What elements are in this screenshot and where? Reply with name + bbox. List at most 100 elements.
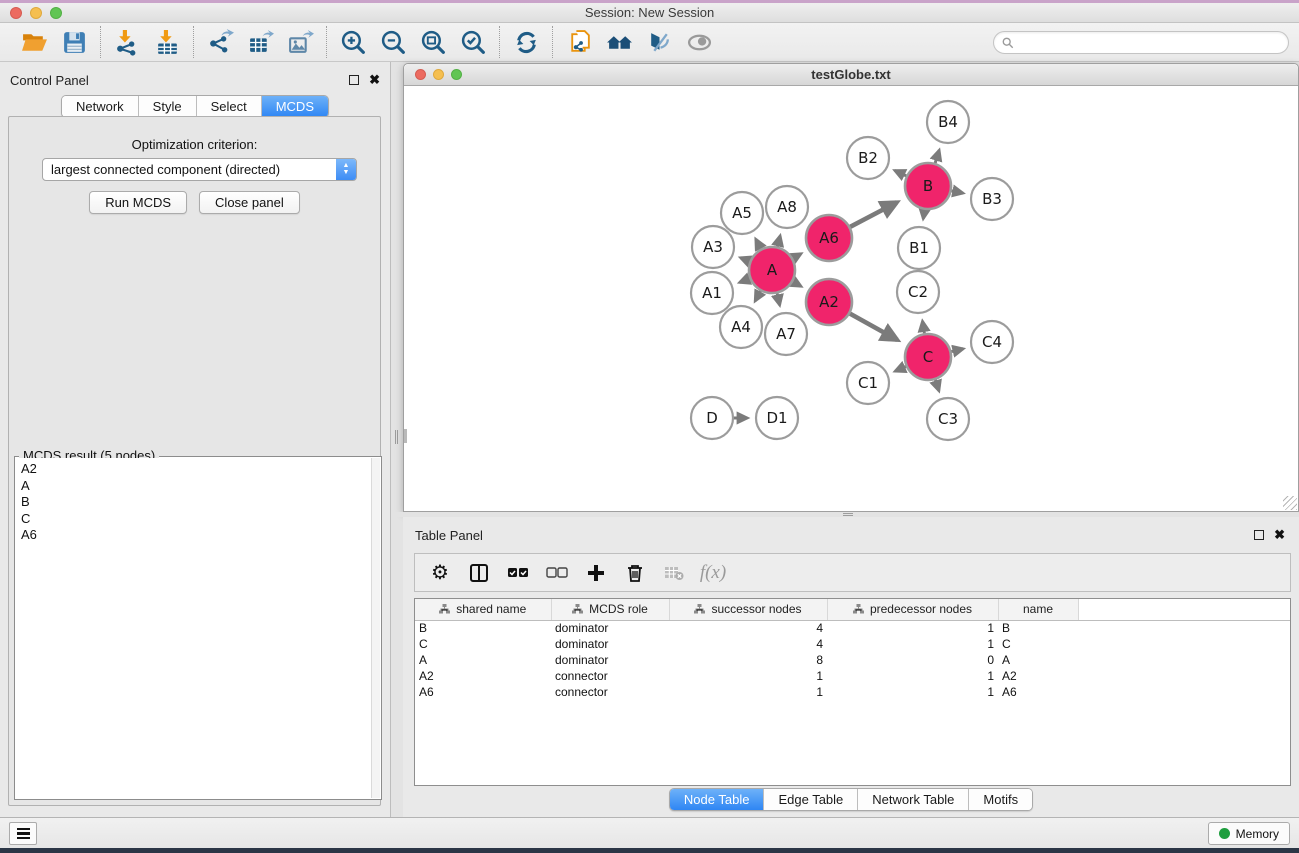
network-maximize-icon[interactable] (451, 69, 462, 80)
tab-network[interactable]: Network (62, 96, 139, 117)
graph-node-B2[interactable]: B2 (847, 137, 889, 179)
table-cell[interactable]: C (415, 636, 551, 652)
mcds-result-item[interactable]: A (16, 478, 371, 495)
float-panel-icon[interactable] (349, 75, 359, 85)
import-network-icon[interactable] (112, 27, 142, 57)
column-header-mcds-role[interactable]: MCDS role (551, 599, 669, 620)
table-cell[interactable]: connector (551, 668, 669, 684)
graph-node-B3[interactable]: B3 (971, 178, 1013, 220)
graph-edge-A-A6[interactable] (793, 254, 801, 258)
network-graph[interactable]: B4B2BB3A8A5A6A3B1AC2A1A2A4A7C4CC1DD1C3 (404, 86, 1298, 511)
table-cell[interactable]: 1 (669, 684, 827, 700)
table-cell[interactable]: A6 (998, 684, 1078, 700)
table-cell[interactable]: dominator (551, 636, 669, 652)
table-cell[interactable]: 4 (669, 620, 827, 636)
close-window-icon[interactable] (10, 7, 22, 19)
graph-edge-A-A3[interactable] (741, 258, 750, 262)
mcds-result-item[interactable]: A2 (16, 461, 371, 478)
graph-node-B1[interactable]: B1 (898, 227, 940, 269)
table-row[interactable]: Cdominator41C (415, 636, 1290, 652)
gear-icon[interactable]: ⚙ (429, 561, 451, 585)
column-header-shared-name[interactable]: shared name (415, 599, 551, 620)
graph-edge-A2-C[interactable] (850, 314, 897, 340)
memory-button[interactable]: Memory (1208, 822, 1290, 845)
table-cell[interactable]: 1 (827, 636, 998, 652)
mcds-list-scrollbar[interactable] (371, 458, 380, 798)
table-cell[interactable]: 1 (827, 620, 998, 636)
network-canvas[interactable]: B4B2BB3A8A5A6A3B1AC2A1A2A4A7C4CC1DD1C3 (404, 86, 1298, 511)
table-row[interactable]: A2connector11A2 (415, 668, 1290, 684)
table-cell[interactable]: A (415, 652, 551, 668)
tab-select[interactable]: Select (197, 96, 262, 117)
mcds-result-list[interactable]: A2ABCA6 (16, 458, 371, 798)
show-task-history-button[interactable] (9, 822, 37, 845)
tab-style[interactable]: Style (139, 96, 197, 117)
table-cell[interactable] (1078, 636, 1290, 652)
graph-node-A1[interactable]: A1 (691, 272, 733, 314)
table-cell[interactable]: 1 (827, 684, 998, 700)
table-cell[interactable]: 1 (827, 668, 998, 684)
close-panel-button[interactable]: Close panel (199, 191, 300, 214)
table-cell[interactable] (1078, 668, 1290, 684)
table-cell[interactable]: 1 (669, 668, 827, 684)
run-mcds-button[interactable]: Run MCDS (89, 191, 187, 214)
open-session-icon[interactable] (19, 27, 49, 57)
graph-edge-A-A7[interactable] (777, 293, 780, 305)
graph-node-D[interactable]: D (691, 397, 733, 439)
graph-edge-C-C1[interactable] (895, 367, 906, 372)
graph-node-B4[interactable]: B4 (927, 101, 969, 143)
export-table-icon[interactable] (245, 27, 275, 57)
export-network-icon[interactable] (205, 27, 235, 57)
import-table-icon[interactable] (152, 27, 182, 57)
tab-edge-table[interactable]: Edge Table (764, 789, 858, 810)
columns-icon[interactable] (468, 561, 490, 585)
column-header-successor-nodes[interactable]: successor nodes (669, 599, 827, 620)
graph-node-A6[interactable]: A6 (806, 215, 852, 261)
delete-column-icon[interactable] (624, 561, 646, 585)
float-table-panel-icon[interactable] (1254, 530, 1264, 540)
graph-edge-A6-B[interactable] (850, 202, 897, 227)
mcds-result-item[interactable]: C (16, 511, 371, 528)
deselect-all-icon[interactable] (546, 561, 568, 585)
graph-node-C3[interactable]: C3 (927, 398, 969, 440)
table-cell[interactable]: A2 (998, 668, 1078, 684)
table-row[interactable]: A6connector11A6 (415, 684, 1290, 700)
tab-network-table[interactable]: Network Table (858, 789, 969, 810)
graph-edge-C-C4[interactable] (951, 349, 963, 352)
graph-edge-B-B1[interactable] (923, 210, 924, 219)
graph-node-C4[interactable]: C4 (971, 321, 1013, 363)
graph-edge-C-C3[interactable] (935, 380, 939, 391)
table-cell[interactable]: dominator (551, 652, 669, 668)
tab-motifs[interactable]: Motifs (969, 789, 1032, 810)
graph-node-A[interactable]: A (749, 247, 795, 293)
zoom-out-icon[interactable] (378, 27, 408, 57)
table-cell[interactable] (1078, 620, 1290, 636)
table-cell[interactable]: B (415, 620, 551, 636)
add-column-icon[interactable] (585, 561, 607, 585)
table-cell[interactable]: 4 (669, 636, 827, 652)
table-cell[interactable]: connector (551, 684, 669, 700)
table-cell[interactable]: dominator (551, 620, 669, 636)
graph-node-A8[interactable]: A8 (766, 186, 808, 228)
search-input[interactable] (1019, 36, 1288, 50)
zoom-fit-icon[interactable] (418, 27, 448, 57)
graph-node-A3[interactable]: A3 (692, 226, 734, 268)
optimization-criterion-select[interactable]: largest connected component (directed) ▲… (42, 158, 357, 181)
search-box[interactable] (993, 31, 1289, 54)
graph-edge-A-A2[interactable] (793, 282, 801, 286)
graph-node-C2[interactable]: C2 (897, 271, 939, 313)
table-cell[interactable]: A6 (415, 684, 551, 700)
node-table[interactable]: shared name MCDS role successor nodes pr… (414, 598, 1291, 786)
column-header-predecessor-nodes[interactable]: predecessor nodes (827, 599, 998, 620)
table-cell[interactable]: A (998, 652, 1078, 668)
graph-edge-C-C2[interactable] (923, 321, 925, 333)
close-panel-icon[interactable]: ✖ (369, 75, 380, 85)
tab-mcds[interactable]: MCDS (262, 96, 328, 117)
graph-node-C1[interactable]: C1 (847, 362, 889, 404)
graph-edge-A-A4[interactable] (755, 291, 760, 301)
graph-node-A5[interactable]: A5 (721, 192, 763, 234)
zoom-in-icon[interactable] (338, 27, 368, 57)
graph-node-D1[interactable]: D1 (756, 397, 798, 439)
graph-edge-A-A5[interactable] (756, 239, 761, 249)
hide-labels-icon[interactable] (644, 27, 674, 57)
